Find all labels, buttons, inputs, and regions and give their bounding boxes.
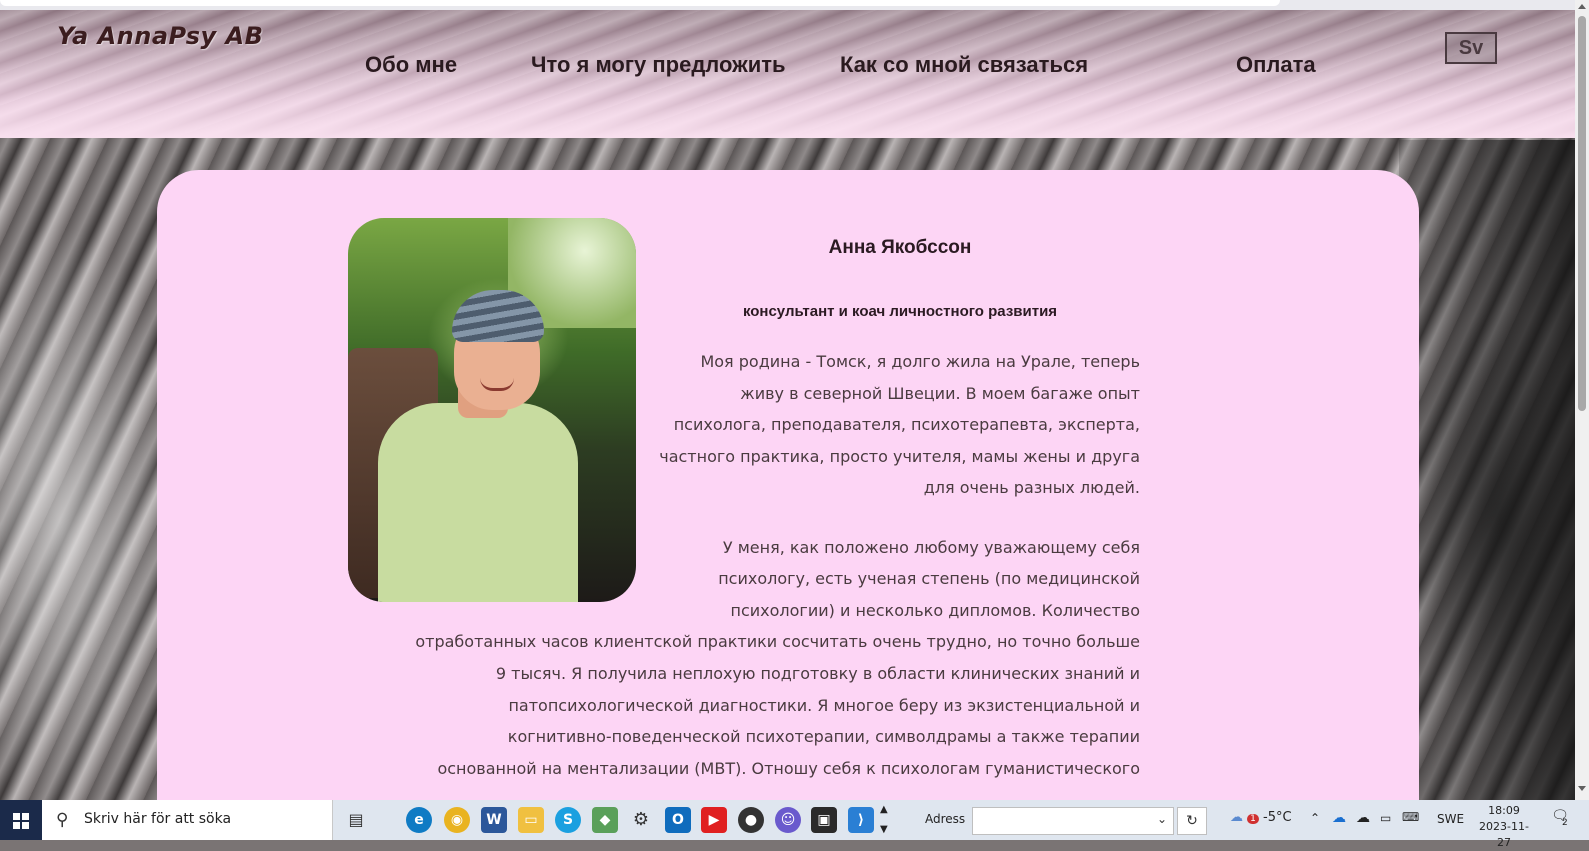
search-placeholder: Skriv här för att söka xyxy=(84,811,232,827)
windows-logo-icon xyxy=(13,813,29,829)
obs-icon[interactable]: ● xyxy=(738,807,764,833)
show-hidden-icons-chevron-up-icon[interactable]: ⌃ xyxy=(1310,811,1320,825)
onedrive-icon[interactable]: ☁ xyxy=(1332,810,1346,826)
windows-taskbar: ⚲ Skriv här för att söka ▤ e ◉ W ▭ S ◆ ⚙… xyxy=(0,800,1589,849)
search-icon: ⚲ xyxy=(56,810,69,830)
battery-icon[interactable]: ▭ xyxy=(1380,811,1391,825)
nav-services[interactable]: Что я могу предложить xyxy=(531,52,786,78)
taskbar-scroll-down-icon[interactable]: ▼ xyxy=(880,824,888,835)
chrome-icon[interactable]: ◉ xyxy=(444,807,470,833)
discord-icon[interactable]: ☺ xyxy=(775,807,801,833)
bio-paragraph-2-line: патопсихологической диагностики. Я много… xyxy=(508,696,1140,715)
language-switch-button[interactable]: Sv xyxy=(1445,32,1497,64)
chevron-down-icon[interactable]: ⌄ xyxy=(1157,812,1167,826)
browser-chrome-edge xyxy=(0,0,1589,10)
system-clock[interactable]: 18:09 2023-11-27 xyxy=(1476,803,1532,851)
task-view-icon[interactable]: ▤ xyxy=(343,807,369,833)
profile-subtitle: консультант и коач личностного развития xyxy=(742,303,1058,320)
outlook-icon[interactable]: O xyxy=(665,807,691,833)
cloud-sync-icon[interactable]: ☁ xyxy=(1356,810,1370,826)
cloud-icon: ☁ xyxy=(1230,810,1243,825)
nav-about[interactable]: Обо мне xyxy=(365,52,457,78)
bio-paragraph-2-line: отработанных часов клиентской практики с… xyxy=(415,632,1140,651)
clock-date: 2023-11-27 xyxy=(1479,820,1529,849)
word-icon[interactable]: W xyxy=(481,807,507,833)
bio-paragraph-2-line: 9 тысяч. Я получила неплохую подготовку … xyxy=(495,664,1140,683)
weather-badge: 1 xyxy=(1247,814,1259,824)
skype-icon[interactable]: S xyxy=(555,807,581,833)
bio-paragraph-2-line: У меня, как положено любому уважающему с… xyxy=(722,538,1140,557)
youtube-icon[interactable]: ▶ xyxy=(701,807,727,833)
scrollbar-thumb[interactable] xyxy=(1578,16,1586,411)
clock-time: 18:09 xyxy=(1488,804,1520,817)
page-scrollbar[interactable] xyxy=(1575,0,1589,800)
vscode-icon[interactable]: ⟩ xyxy=(848,807,874,833)
bio-paragraph-2-line: когнитивно-поведенческой психотерапии, с… xyxy=(507,727,1140,746)
bio-paragraph-1: Моя родина - Томск, я долго жила на Урал… xyxy=(659,352,1140,498)
settings-gear-icon[interactable]: ⚙ xyxy=(628,807,654,833)
edge-icon[interactable]: e xyxy=(406,807,432,833)
notifications-icon[interactable]: 🗨 2 xyxy=(1548,808,1572,832)
notification-count: 2 xyxy=(1562,818,1568,828)
background-shadow xyxy=(1399,140,1579,800)
start-button[interactable] xyxy=(0,800,42,840)
nav-contact[interactable]: Как со мной связаться xyxy=(840,52,1088,78)
nav-payment[interactable]: Оплата xyxy=(1236,52,1316,78)
address-toolbar-label: Adress xyxy=(925,812,966,826)
git-icon[interactable]: ◆ xyxy=(592,807,618,833)
taskbar-search[interactable]: ⚲ Skriv här för att söka xyxy=(42,800,333,840)
site-logo[interactable]: Ya AnnaPsy AB xyxy=(57,22,263,50)
bio-paragraph-2-line: психологии) и несколько дипломов. Количе… xyxy=(730,601,1141,620)
bio-paragraph-2-line: основанной на ментализации (MBT). Отношу… xyxy=(437,759,1140,778)
scroll-up-icon[interactable] xyxy=(1578,4,1586,9)
refresh-icon[interactable]: ↻ xyxy=(1177,807,1207,835)
keyboard-icon[interactable]: ⌨ xyxy=(1402,810,1419,824)
weather-widget[interactable]: ☁ 1 -5°C xyxy=(1230,810,1292,825)
browser-address-bar[interactable] xyxy=(0,0,1280,6)
bio-paragraph-2-line: психологу, есть ученая степень (по медиц… xyxy=(718,569,1140,588)
input-language[interactable]: SWE xyxy=(1437,812,1464,826)
address-toolbar-input[interactable]: ⌄ xyxy=(972,807,1174,835)
site-header: Ya AnnaPsy AB Обо мне Что я могу предлож… xyxy=(0,10,1575,138)
profile-name: Анна Якобссон xyxy=(828,237,972,258)
taskbar-scroll-up-icon[interactable]: ▲ xyxy=(880,804,888,815)
terminal-icon[interactable]: ▣ xyxy=(811,807,837,833)
profile-photo xyxy=(348,218,636,602)
weather-temperature: -5°C xyxy=(1263,810,1292,825)
scroll-down-icon[interactable] xyxy=(1578,786,1586,791)
file-explorer-icon[interactable]: ▭ xyxy=(518,807,544,833)
